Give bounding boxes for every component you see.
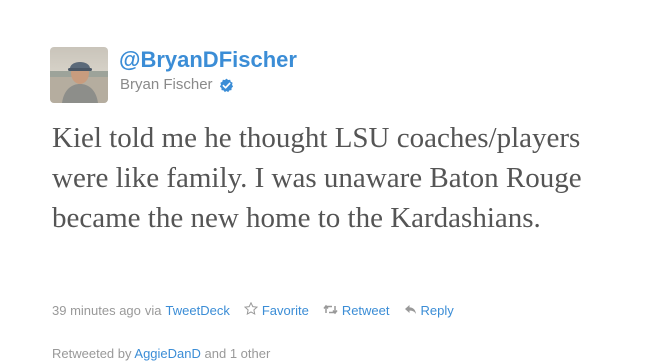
via-label: via [144,302,162,318]
reply-label: Reply [420,302,454,318]
favorite-button[interactable]: Favorite [243,301,309,319]
display-name[interactable]: Bryan Fischer [120,76,213,94]
name-row: Bryan Fischer [120,76,234,94]
retweet-icon [323,303,338,319]
tweet-text: Kiel told me he thought LSU coaches/play… [52,122,582,234]
favorite-label: Favorite [261,302,309,318]
verified-badge-icon [219,78,234,93]
username-link[interactable]: @BryanDFischer [119,47,297,73]
retweeted-prefix: Retweeted by [52,346,132,361]
star-icon [243,301,258,319]
reply-button[interactable]: Reply [404,303,454,319]
retweet-label: Retweet [341,302,390,318]
reply-icon [404,303,417,319]
retweeted-suffix: and 1 other [204,346,271,361]
retweeted-by: Retweeted by AggieDanD and 1 other [52,346,270,362]
avatar[interactable] [50,47,108,103]
tweet-meta: 39 minutes ago via TweetDeck Favorite Re… [52,301,454,319]
retweeter-link[interactable]: AggieDanD [134,346,201,361]
retweet-button[interactable]: Retweet [323,303,390,319]
source-link[interactable]: TweetDeck [166,303,230,319]
timestamp-link[interactable]: 39 minutes ago [52,303,141,319]
